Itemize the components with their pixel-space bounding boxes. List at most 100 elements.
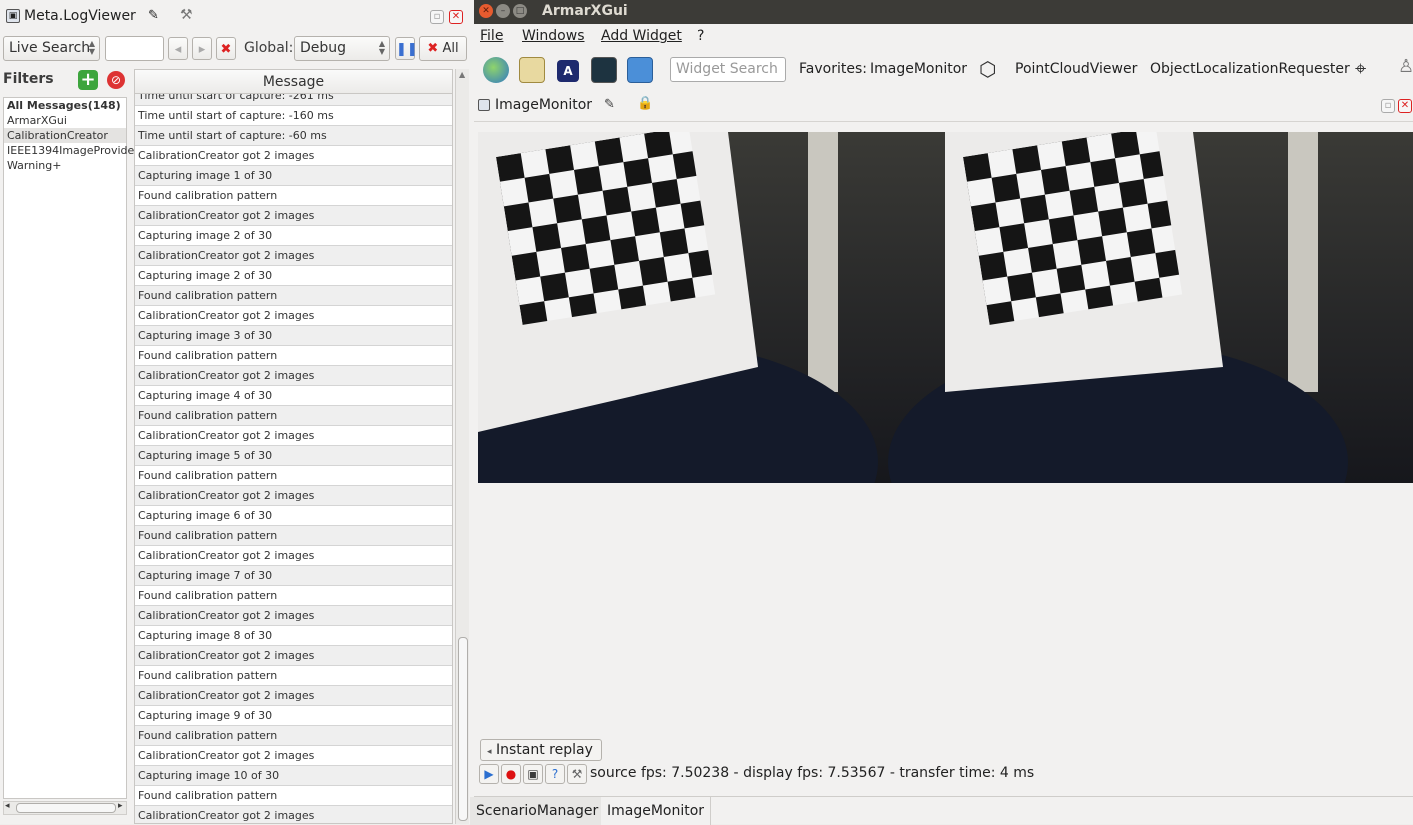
favorite-objectlocalizationrequester[interactable]: ObjectLocalizationRequester (1150, 61, 1350, 77)
imagemonitor-dock-titlebar: ImageMonitor ✎ 🔒 ▫ ✕ (474, 92, 1413, 122)
next-button[interactable]: ▸ (192, 37, 212, 60)
message-row[interactable]: Capturing image 7 of 30 (135, 566, 452, 586)
pointcloud-icon[interactable]: ⬡ (979, 57, 996, 81)
record-button[interactable]: ● (501, 764, 521, 784)
edit-icon[interactable]: ✎ (604, 97, 615, 112)
live-search-dropdown[interactable]: Live Search ▲ ▼ (3, 36, 100, 61)
message-vscrollbar[interactable]: ▲ (455, 69, 469, 824)
message-row[interactable]: Capturing image 2 of 30 (135, 266, 452, 286)
close-window-icon[interactable]: ✕ (479, 4, 493, 18)
message-row[interactable]: Time until start of capture: -160 ms (135, 106, 452, 126)
message-row[interactable]: Found calibration pattern (135, 666, 452, 686)
statechart-icon[interactable] (627, 57, 653, 83)
message-row[interactable]: Found calibration pattern (135, 466, 452, 486)
message-row[interactable]: Found calibration pattern (135, 586, 452, 606)
robot-icon[interactable]: ♙ (1398, 56, 1413, 77)
remove-filter-icon[interactable]: ⊘ (107, 71, 125, 89)
message-row[interactable]: Capturing image 4 of 30 (135, 386, 452, 406)
tab-scenariomanager[interactable]: ScenarioManager (470, 797, 606, 825)
filter-item[interactable]: IEEE1394ImageProvider (4, 143, 139, 158)
message-row[interactable]: CalibrationCreator got 2 images (135, 646, 452, 666)
scroll-left-icon[interactable]: ◂ (5, 801, 10, 811)
message-row[interactable]: Found calibration pattern (135, 286, 452, 306)
message-row[interactable]: Capturing image 5 of 30 (135, 446, 452, 466)
lock-icon[interactable]: 🔒 (637, 96, 653, 111)
favorite-imagemonitor[interactable]: ImageMonitor (870, 61, 967, 77)
filter-item[interactable]: ArmarXGui (4, 113, 126, 128)
search-input[interactable] (105, 36, 164, 61)
save-button[interactable]: ▣ (523, 764, 543, 784)
float-icon[interactable]: ▫ (1381, 99, 1395, 113)
message-row[interactable]: Time until start of capture: -60 ms (135, 126, 452, 146)
globe-icon[interactable] (483, 57, 509, 83)
play-button[interactable]: ▶ (479, 764, 499, 784)
clear-all-button[interactable]: ✖ All (419, 36, 467, 61)
tab-imagemonitor[interactable]: ImageMonitor (601, 797, 712, 825)
wrench-icon[interactable]: ⚒ (180, 7, 193, 23)
window-icon: ▣ (6, 9, 20, 23)
widget-search-input[interactable]: Widget Search (670, 57, 786, 82)
float-icon[interactable]: ▫ (430, 10, 444, 24)
message-row[interactable]: Found calibration pattern (135, 406, 452, 426)
message-column-header[interactable]: Message (135, 70, 452, 94)
message-row[interactable]: CalibrationCreator got 2 images (135, 306, 452, 326)
filter-item[interactable]: CalibrationCreator (4, 128, 126, 143)
filters-list: All Messages(148) ArmarXGui CalibrationCre… (3, 97, 139, 799)
settings-button[interactable]: ⚒ (567, 764, 587, 784)
filter-item[interactable]: All Messages(148) (4, 98, 126, 113)
message-row[interactable]: Capturing image 8 of 30 (135, 626, 452, 646)
message-row[interactable]: CalibrationCreator got 2 images (135, 746, 452, 766)
filter-item[interactable]: Warning+ (4, 158, 126, 173)
scroll-right-icon[interactable]: ▸ (118, 801, 123, 811)
add-filter-icon[interactable]: + (78, 70, 98, 90)
message-row[interactable]: CalibrationCreator got 2 images (135, 246, 452, 266)
all-label: All (442, 41, 459, 56)
scroll-icon[interactable] (519, 57, 545, 83)
message-row[interactable]: CalibrationCreator got 2 images (135, 146, 452, 166)
message-row[interactable]: Found calibration pattern (135, 346, 452, 366)
vscroll-thumb[interactable] (458, 637, 468, 821)
message-row[interactable]: Capturing image 10 of 30 (135, 766, 452, 786)
message-row[interactable]: Found calibration pattern (135, 526, 452, 546)
maximize-window-icon[interactable]: □ (513, 4, 527, 18)
level-dropdown[interactable]: Debug ▲ ▼ (294, 36, 390, 61)
log-viewer-title: Meta.LogViewer (24, 8, 136, 24)
message-row[interactable]: CalibrationCreator got 2 images (135, 426, 452, 446)
message-row[interactable]: Capturing image 1 of 30 (135, 166, 452, 186)
help-button[interactable]: ? (545, 764, 565, 784)
hscroll-thumb[interactable] (16, 803, 116, 813)
message-row[interactable]: CalibrationCreator got 2 images (135, 486, 452, 506)
message-row[interactable]: Found calibration pattern (135, 726, 452, 746)
message-row[interactable]: Capturing image 9 of 30 (135, 706, 452, 726)
armarx-icon[interactable]: A (557, 60, 579, 82)
message-row[interactable]: CalibrationCreator got 2 images (135, 606, 452, 626)
message-row[interactable]: Capturing image 2 of 30 (135, 226, 452, 246)
close-icon[interactable]: ✕ (449, 10, 463, 24)
message-row[interactable]: CalibrationCreator got 2 images (135, 686, 452, 706)
clear-search-button[interactable]: ✖ (216, 37, 236, 60)
message-row[interactable]: CalibrationCreator got 2 images (135, 806, 452, 823)
message-row[interactable]: Found calibration pattern (135, 186, 452, 206)
log-viewer-titlebar: ▣ Meta.LogViewer ✎ ⚒ (0, 0, 474, 32)
instant-replay-button[interactable]: ◂ Instant replay (480, 739, 602, 761)
message-row[interactable]: CalibrationCreator got 2 images (135, 546, 452, 566)
menu-add-widget[interactable]: Add Widget (601, 28, 682, 44)
menu-help[interactable]: ? (697, 28, 704, 44)
message-row[interactable]: CalibrationCreator got 2 images (135, 206, 452, 226)
message-row[interactable]: Found calibration pattern (135, 786, 452, 806)
message-row[interactable]: CalibrationCreator got 2 images (135, 366, 452, 386)
monitor-icon[interactable] (591, 57, 617, 83)
message-row[interactable]: Capturing image 6 of 30 (135, 506, 452, 526)
favorite-pointcloudviewer[interactable]: PointCloudViewer (1015, 61, 1137, 77)
edit-icon[interactable]: ✎ (148, 8, 159, 23)
message-row[interactable]: Capturing image 3 of 30 (135, 326, 452, 346)
close-icon[interactable]: ✕ (1398, 99, 1412, 113)
filters-hscrollbar[interactable]: ◂ ▸ (3, 801, 127, 815)
minimize-window-icon[interactable]: – (496, 4, 510, 18)
binoculars-icon[interactable]: ⌖ (1355, 56, 1366, 80)
scroll-up-icon[interactable]: ▲ (459, 70, 465, 79)
pause-button[interactable]: ❚❚ (395, 37, 418, 60)
menu-file[interactable]: File (480, 28, 503, 44)
menu-windows[interactable]: Windows (522, 28, 585, 44)
prev-button[interactable]: ◂ (168, 37, 188, 60)
